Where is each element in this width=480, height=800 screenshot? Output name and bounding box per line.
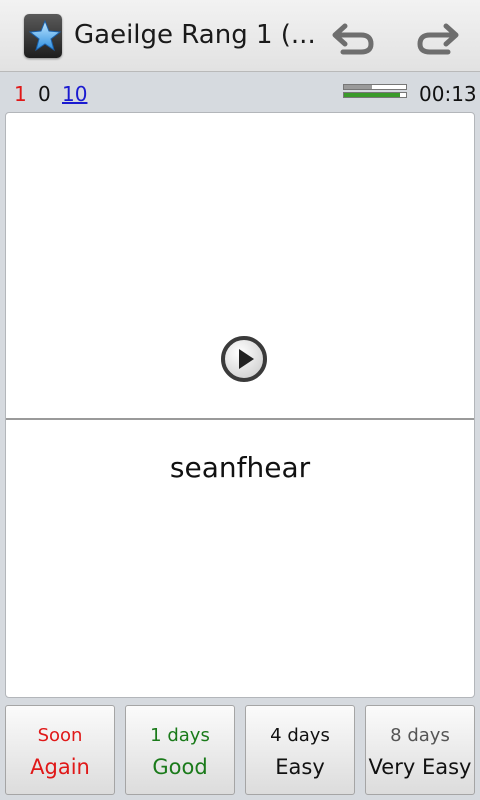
- play-audio-icon: [221, 336, 267, 382]
- ankidroid-star-icon[interactable]: [24, 14, 62, 58]
- ease-label: Again: [30, 755, 90, 779]
- answer-text: seanfhear: [169, 451, 311, 484]
- card-timer: 00:13: [419, 82, 477, 106]
- progress-bars: [343, 84, 407, 100]
- ease-easy-button[interactable]: 4 days Easy: [245, 705, 355, 795]
- undo-button[interactable]: [325, 14, 381, 60]
- ease-interval: 8 days: [390, 725, 450, 746]
- ease-interval: Soon: [37, 725, 83, 746]
- undo-icon: [332, 23, 374, 55]
- learn-count: 0: [38, 82, 51, 106]
- ease-again-button[interactable]: Soon Again: [5, 705, 115, 795]
- stats-bar: 1 0 10: [0, 72, 480, 110]
- redo-icon: [417, 23, 459, 55]
- ease-label: Good: [152, 755, 208, 779]
- ease-label: Easy: [275, 755, 325, 779]
- answer-buttons: Soon Again 1 days Good 4 days Easy 8 day…: [0, 705, 480, 797]
- review-count: 10: [62, 82, 88, 106]
- ease-good-button[interactable]: 1 days Good: [125, 705, 235, 795]
- ease-interval: 4 days: [270, 725, 330, 746]
- ease-very-easy-button[interactable]: 8 days Very Easy: [365, 705, 475, 795]
- new-count: 1: [14, 82, 27, 106]
- flashcard: seanfhear: [5, 112, 475, 698]
- redo-button[interactable]: [410, 14, 466, 60]
- deck-progress-bar: [343, 92, 407, 98]
- ease-label: Very Easy: [368, 755, 472, 779]
- question-answer-divider: [6, 418, 474, 420]
- ease-interval: 1 days: [150, 725, 210, 746]
- session-progress-fill: [344, 85, 372, 89]
- session-progress-bar: [343, 84, 407, 90]
- play-audio-button[interactable]: [220, 335, 268, 383]
- deck-progress-fill: [344, 93, 400, 97]
- deck-title: Gaeilge Rang 1 (...: [74, 20, 316, 50]
- action-bar: Gaeilge Rang 1 (...: [0, 0, 480, 72]
